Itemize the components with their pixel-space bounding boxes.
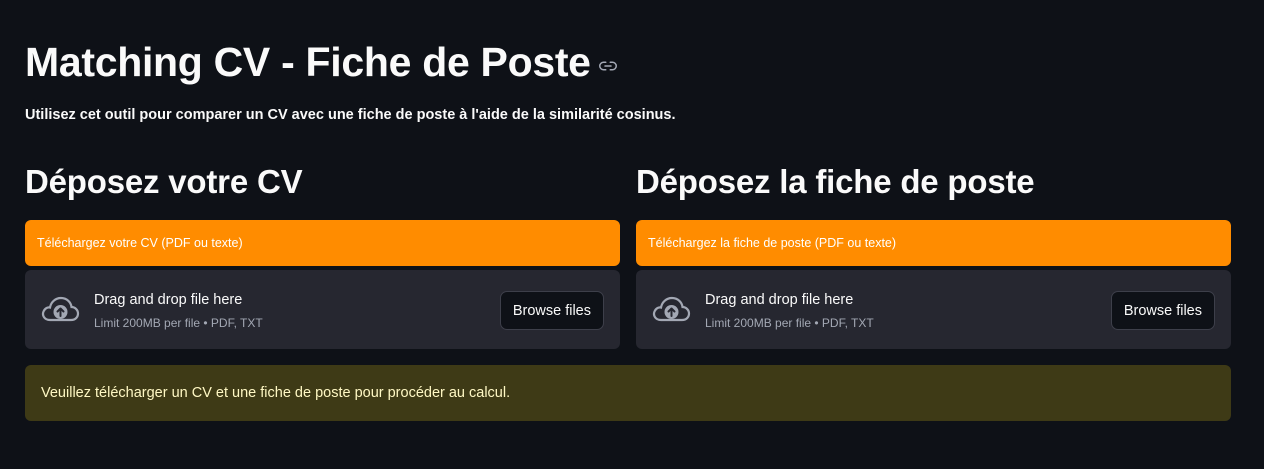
cv-upload-label: Téléchargez votre CV (PDF ou texte) <box>25 220 620 266</box>
title-row: Matching CV - Fiche de Poste <box>25 38 617 86</box>
link-icon[interactable] <box>598 57 617 75</box>
cv-browse-files-button[interactable]: Browse files <box>499 291 604 330</box>
job-browse-files-button[interactable]: Browse files <box>1110 291 1215 330</box>
cv-heading: Déposez votre CV <box>25 163 303 200</box>
warning-alert: Veuillez télécharger un CV et une fiche … <box>25 365 1231 421</box>
job-dropzone-text: Drag and drop file here Limit 200MB per … <box>705 291 874 331</box>
job-heading: Déposez la fiche de poste <box>636 163 1035 200</box>
cv-upload-column: Déposez votre CV Téléchargez votre CV (P… <box>25 160 620 349</box>
page-subtitle: Utilisez cet outil pour comparer un CV a… <box>25 107 676 123</box>
job-upload-column: Déposez la fiche de poste Téléchargez la… <box>636 160 1231 349</box>
cv-dropzone[interactable]: Drag and drop file here Limit 200MB per … <box>25 270 620 349</box>
job-dropzone-instruction: Drag and drop file here <box>705 292 854 308</box>
cv-dropzone-instruction: Drag and drop file here <box>94 292 243 308</box>
job-dropzone-limit: Limit 200MB per file • PDF, TXT <box>705 316 874 330</box>
job-dropzone[interactable]: Drag and drop file here Limit 200MB per … <box>636 270 1231 349</box>
cloud-upload-icon <box>40 294 80 324</box>
cv-dropzone-text: Drag and drop file here Limit 200MB per … <box>94 291 263 331</box>
cv-dropzone-limit: Limit 200MB per file • PDF, TXT <box>94 316 263 330</box>
app-page: Matching CV - Fiche de Poste Utilisez ce… <box>0 0 1264 469</box>
page-title: Matching CV - Fiche de Poste <box>25 39 591 85</box>
job-upload-label: Téléchargez la fiche de poste (PDF ou te… <box>636 220 1231 266</box>
cloud-upload-icon <box>651 294 691 324</box>
